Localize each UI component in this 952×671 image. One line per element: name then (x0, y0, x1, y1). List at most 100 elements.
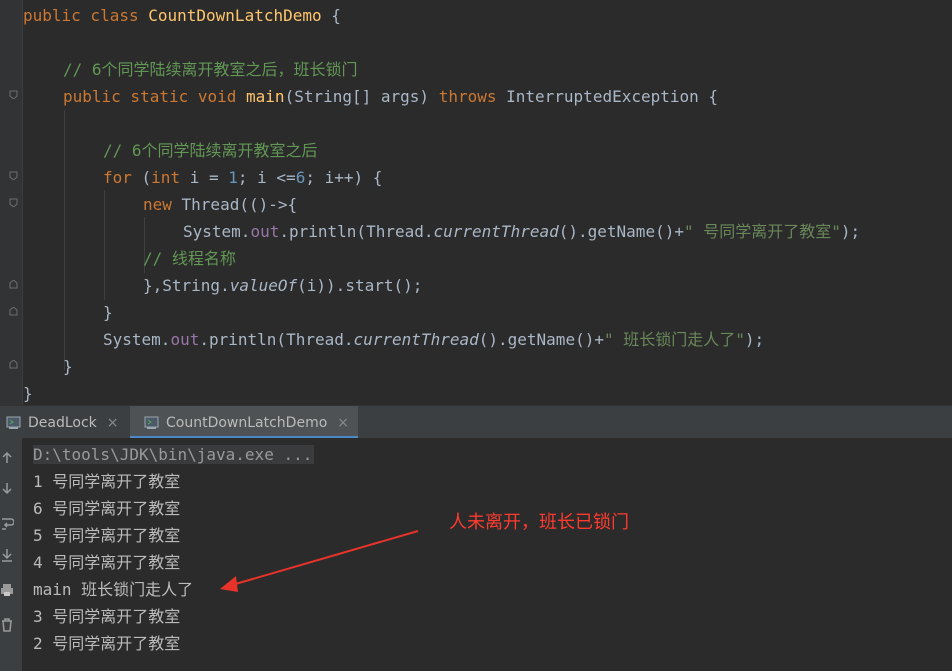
scroll-to-end-icon[interactable] (0, 548, 14, 562)
method-call: println (208, 330, 277, 349)
method-call: valueOf (229, 276, 298, 295)
console-run-icon (144, 416, 159, 429)
run-console[interactable]: D:\tools\JDK\bin\java.exe ... 1 号同学离开了教室… (0, 438, 952, 671)
editor-gutter (0, 0, 22, 405)
method-call: start (345, 276, 394, 295)
tab-deadlock[interactable]: DeadLock × (6, 406, 126, 439)
code-line-14[interactable]: } (63, 353, 73, 380)
code-text: (String[] (284, 87, 381, 106)
code-text: (()->{ (239, 195, 298, 214)
console-toolbar (0, 438, 22, 671)
console-output-line: main 班长锁门走人了 (33, 580, 194, 599)
code-line-11[interactable]: },String.valueOf(i)).start(); (143, 272, 422, 299)
soft-wrap-icon[interactable] (0, 516, 14, 530)
tab-label: DeadLock (28, 414, 97, 431)
parameter: args (380, 87, 420, 106)
comment: // 6个同学陆续离开教室之后，班长锁门 (63, 60, 358, 79)
console-output-line: 2 号同学离开了教室 (33, 634, 181, 653)
number-literal: 1 (228, 168, 238, 187)
code-text: . (343, 330, 354, 349)
string-literal: " 号同学离开了教室" (683, 222, 841, 241)
keyword: for (103, 168, 132, 187)
code-text: ; i++) { (305, 168, 383, 187)
fold-icon[interactable] (9, 307, 18, 316)
code-text: } (23, 384, 33, 403)
keyword: new (143, 195, 182, 214)
code-text: } (63, 357, 73, 376)
number-literal: 6 (295, 168, 306, 187)
annotation-text: 人未离开，班长已锁门 (449, 512, 629, 533)
keyword: int (151, 168, 181, 187)
code-text: . (199, 330, 209, 349)
method-call: println (288, 222, 357, 241)
code-line-15[interactable]: } (23, 380, 33, 407)
close-icon[interactable]: × (107, 415, 119, 431)
class-name: Thread (366, 222, 424, 241)
keyword: public class (23, 6, 149, 25)
fold-icon[interactable] (9, 90, 18, 99)
method-call: currentThread (353, 330, 479, 349)
keyword: throws (438, 87, 497, 106)
code-text: ; i <= (237, 168, 296, 187)
gutter-separator (22, 0, 23, 405)
fold-icon[interactable] (9, 360, 18, 369)
code-text: ()+ (655, 222, 684, 241)
print-icon[interactable] (0, 583, 14, 597)
code-text: . (279, 222, 289, 241)
code-line-3[interactable]: // 6个同学陆续离开教室之后，班长锁门 (63, 56, 358, 83)
code-line-13[interactable]: System.out.println(Thread.currentThread(… (103, 326, 764, 353)
code-text: (). (478, 330, 508, 349)
code-text: ( (356, 222, 367, 241)
code-text: (). (558, 222, 588, 241)
console-output-line: 6 号同学离开了教室 (33, 499, 181, 518)
tab-countdownlatchdemo[interactable]: CountDownLatchDemo × (130, 406, 358, 439)
code-line-8[interactable]: new Thread(()->{ (143, 191, 297, 218)
code-text: (); (393, 276, 423, 295)
tab-label: CountDownLatchDemo (166, 414, 328, 431)
method-name: main (246, 87, 285, 106)
code-text: ()+ (575, 330, 604, 349)
code-line-12[interactable]: } (103, 299, 113, 326)
code-line-10[interactable]: // 线程名称 (143, 245, 236, 272)
code-text: } (103, 303, 113, 322)
code-text: . (423, 222, 434, 241)
class-name: Thread (181, 195, 240, 214)
scroll-up-icon[interactable] (0, 450, 14, 464)
console-output-line: 3 号同学离开了教室 (33, 607, 181, 626)
scroll-down-icon[interactable] (0, 482, 14, 496)
code-text: i = (180, 168, 229, 187)
console-command-line: D:\tools\JDK\bin\java.exe ... (33, 441, 315, 468)
code-line-4[interactable]: public static void main(String[] args) t… (63, 83, 718, 110)
fold-icon[interactable] (9, 280, 18, 289)
code-text: . (220, 276, 230, 295)
code-line-7[interactable]: for (int i = 1; i <=6; i++) { (103, 164, 382, 191)
method-call: currentThread (433, 222, 559, 241)
string-literal: " 班长锁门走人了" (603, 330, 745, 349)
method-call: getName (587, 222, 656, 241)
field-name: out (250, 222, 280, 241)
code-text: }, (143, 276, 163, 295)
class-name: Thread (286, 330, 344, 349)
close-icon[interactable]: × (337, 415, 349, 431)
code-text: ); (744, 330, 765, 349)
fold-icon[interactable] (9, 171, 18, 180)
code-text: . (160, 330, 171, 349)
code-line-9[interactable]: System.out.println(Thread.currentThread(… (183, 218, 860, 245)
code-line-6[interactable]: // 6个同学陆续离开教室之后 (103, 137, 318, 164)
indent-guide (104, 190, 105, 300)
code-text: . (240, 222, 251, 241)
code-line-1[interactable]: public class CountDownLatchDemo { (23, 2, 341, 29)
console-run-icon (6, 416, 21, 429)
comment: // 线程名称 (143, 249, 236, 268)
class-name: System (183, 222, 241, 241)
method-call: getName (507, 330, 576, 349)
trash-icon[interactable] (0, 618, 14, 632)
code-editor[interactable]: public class CountDownLatchDemo { // 6个同… (0, 0, 952, 405)
command-text: D:\tools\JDK\bin\java.exe ... (33, 445, 315, 464)
class-name: String (162, 276, 221, 295)
class-name: System (103, 330, 161, 349)
run-tool-window-tabs: DeadLock × CountDownLatchDemo × (0, 405, 952, 439)
code-text: InterruptedException { (496, 87, 719, 106)
console-output-line: 1 号同学离开了教室 (33, 472, 181, 491)
fold-icon[interactable] (9, 198, 18, 207)
